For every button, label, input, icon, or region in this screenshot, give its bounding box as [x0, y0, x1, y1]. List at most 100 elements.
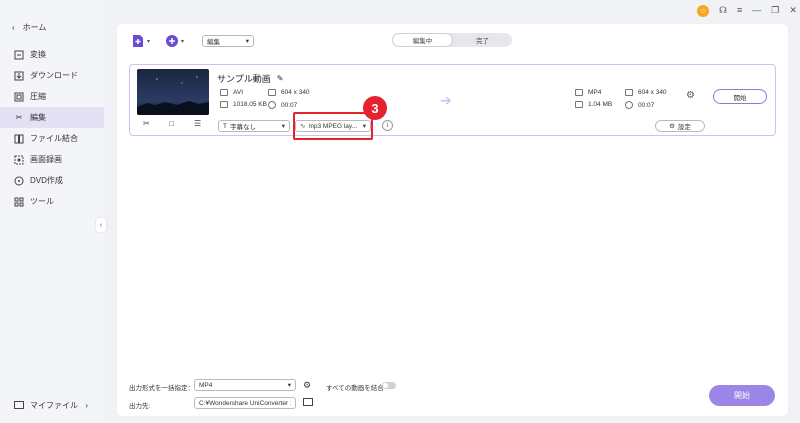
- output-settings-icon[interactable]: ⚙: [686, 90, 695, 101]
- sidebar-item-label: 圧縮: [30, 92, 46, 101]
- settings-gear-icon: ⚙: [669, 123, 675, 130]
- file-card: ✂ □ ☰ サンプル動画 ✎ AVI 604 x 340 1018.05 KB …: [129, 64, 776, 136]
- sidebar-item-label: ファイル結合: [30, 134, 78, 143]
- output-format-value: MP4: [199, 381, 213, 389]
- folder-icon: [575, 101, 583, 108]
- src-duration-value: 00:07: [281, 101, 298, 109]
- subtitle-select[interactable]: T 字幕なし ▾: [218, 120, 290, 132]
- sidebar-item-convert[interactable]: 変換: [0, 44, 104, 65]
- format-settings-icon[interactable]: ⚙: [303, 380, 311, 391]
- trim-scissors-icon[interactable]: ✂: [143, 119, 150, 128]
- effects-list-icon[interactable]: ☰: [194, 119, 201, 128]
- myfiles-label: マイファイル: [30, 400, 78, 410]
- restore-icon[interactable]: ❐: [771, 5, 779, 17]
- output-path-value: C:¥Wondershare UniConverter 1: [199, 399, 291, 407]
- highlight-box: [293, 112, 373, 140]
- file-title: サンプル動画 ✎: [217, 72, 283, 85]
- sidebar-item-label: ダウンロード: [30, 71, 78, 80]
- crop-icon[interactable]: □: [169, 119, 174, 128]
- folder-icon: [14, 400, 24, 411]
- step-badge: 3: [363, 96, 387, 120]
- src-size: 1018.05 KB: [220, 101, 267, 108]
- open-folder-icon[interactable]: [303, 397, 313, 408]
- sidebar-item-merge[interactable]: ファイル結合: [0, 128, 104, 149]
- chevron-left-icon: ‹: [12, 23, 15, 32]
- add-media-button[interactable]: ▾: [165, 34, 184, 48]
- tab-done[interactable]: 完了: [453, 33, 512, 47]
- dst-size: 1.04 MB: [575, 101, 612, 108]
- sidebar-item-label: ツール: [30, 197, 54, 206]
- start-all-button[interactable]: 開始: [709, 385, 775, 406]
- src-duration: 00:07: [268, 101, 297, 109]
- folder-icon: [220, 101, 228, 108]
- src-resolution: 604 x 340: [268, 89, 310, 96]
- status-tabs: 編集中 完了: [392, 33, 512, 47]
- clock-icon: [625, 101, 633, 109]
- dst-size-value: 1.04 MB: [588, 101, 613, 108]
- src-resolution-value: 604 x 340: [281, 89, 310, 96]
- main-panel: ▾ ▾ 編集 ▾ 編集中 完了 ✂ □ ☰ サンプル動画 ✎ AVI 604 x…: [117, 24, 788, 416]
- src-format-value: AVI: [233, 89, 243, 96]
- convert-icon: [14, 50, 24, 60]
- add-media-icon: [166, 35, 178, 47]
- src-size-value: 1018.05 KB: [233, 101, 267, 108]
- support-icon[interactable]: ☊: [719, 5, 727, 17]
- merge-all-label: すべての動画を結合: [326, 385, 384, 392]
- sidebar-item-record[interactable]: 画面録画: [0, 149, 104, 170]
- video-thumbnail[interactable]: [137, 69, 209, 115]
- sidebar-collapse-button[interactable]: ‹: [96, 218, 106, 232]
- output-path-select[interactable]: C:¥Wondershare UniConverter 1: [194, 397, 296, 409]
- sidebar-item-dvd[interactable]: DVD作成: [0, 170, 104, 191]
- sidebar-item-tools[interactable]: ツール: [0, 191, 104, 212]
- minimize-icon[interactable]: —: [752, 5, 761, 17]
- chevron-down-icon: ▾: [245, 38, 249, 45]
- download-icon: [14, 71, 24, 81]
- video-file-icon: [575, 89, 583, 96]
- dst-format-value: MP4: [588, 89, 602, 96]
- src-format: AVI: [220, 89, 243, 96]
- scissors-icon: ✂: [15, 113, 23, 122]
- sidebar-item-download[interactable]: ダウンロード: [0, 65, 104, 86]
- sidebar-item-label: 変換: [30, 50, 46, 59]
- dst-format: MP4: [575, 89, 601, 96]
- dst-resolution: 604 x 340: [625, 89, 667, 96]
- window-controls: ☺ ☊ ≡ — ❐ ✕: [697, 5, 797, 17]
- merge-toggle[interactable]: [382, 382, 396, 389]
- chevron-right-icon: ›: [85, 400, 88, 410]
- start-button[interactable]: 開始: [713, 89, 767, 104]
- myfiles-button[interactable]: マイファイル ›: [8, 396, 96, 414]
- settings-button[interactable]: ⚙ 設定: [655, 120, 705, 132]
- sidebar: ‹ ホーム 変換 ダウンロード 圧縮 ✂ 編集 ファイル結合 画面録画 DVD作…: [0, 0, 104, 423]
- chevron-down-icon: ▾: [287, 382, 291, 389]
- output-path-label: 出力先:: [129, 403, 151, 410]
- sidebar-item-label: 編集: [30, 113, 46, 122]
- home-label: ホーム: [22, 23, 47, 32]
- mode-select-value: 編集: [207, 39, 220, 46]
- info-icon[interactable]: i: [382, 120, 393, 131]
- record-icon: [14, 155, 24, 165]
- rename-edit-icon[interactable]: ✎: [277, 74, 284, 83]
- home-back-button[interactable]: ‹ ホーム: [12, 22, 46, 33]
- close-icon[interactable]: ✕: [789, 5, 797, 17]
- subtitle-icon: T: [223, 122, 227, 130]
- sidebar-item-compress[interactable]: 圧縮: [0, 86, 104, 107]
- clock-icon: [268, 101, 276, 109]
- video-file-icon: [220, 89, 228, 96]
- compress-icon: [14, 92, 24, 102]
- menu-icon[interactable]: ≡: [737, 5, 742, 17]
- add-file-button[interactable]: ▾: [131, 34, 150, 48]
- avatar[interactable]: ☺: [697, 5, 709, 17]
- resolution-icon: [268, 89, 276, 96]
- merge-icon: [14, 134, 24, 144]
- output-format-select[interactable]: MP4 ▾: [194, 379, 296, 391]
- arrow-right-icon: ➔: [440, 92, 452, 108]
- dst-resolution-value: 604 x 340: [638, 89, 667, 96]
- tab-editing[interactable]: 編集中: [392, 33, 453, 47]
- dst-duration: 00:07: [625, 101, 654, 109]
- sidebar-nav: 変換 ダウンロード 圧縮 ✂ 編集 ファイル結合 画面録画 DVD作成 ツール: [0, 44, 104, 212]
- sidebar-item-edit[interactable]: ✂ 編集: [0, 107, 104, 128]
- subtitle-select-value: 字幕なし: [229, 124, 256, 131]
- chevron-down-icon: ▾: [281, 123, 285, 130]
- mode-select[interactable]: 編集 ▾: [202, 35, 254, 47]
- chevron-left-icon: ‹: [99, 221, 103, 229]
